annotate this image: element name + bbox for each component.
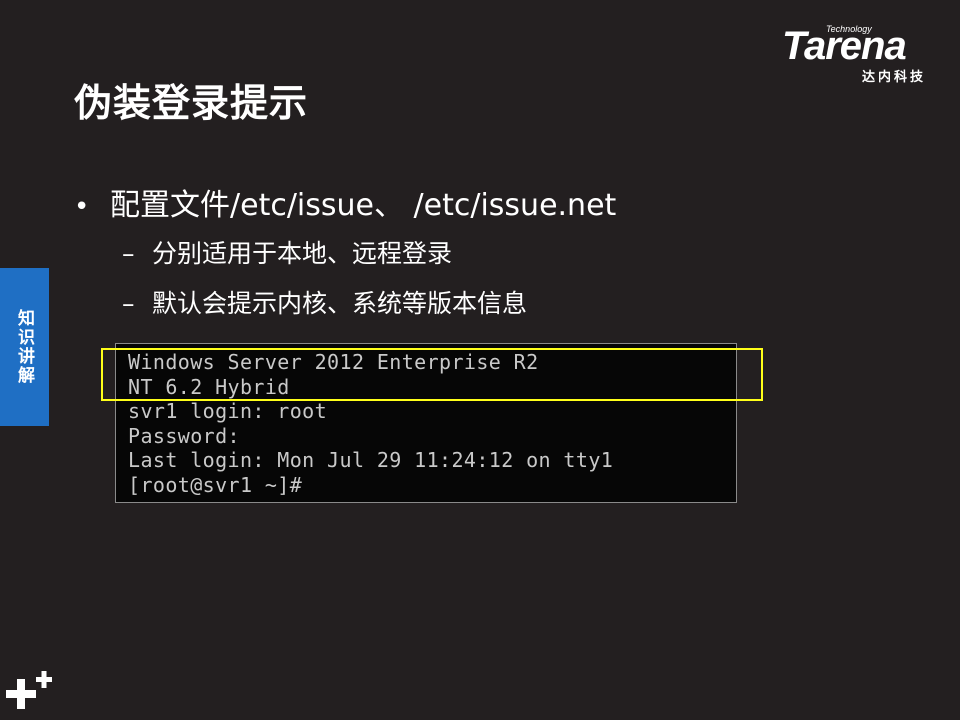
- terminal-line: Last login: Mon Jul 29 11:24:12 on tty1: [128, 448, 614, 473]
- logo-brand: Tarena: [782, 24, 907, 68]
- slide-title: 伪装登录提示: [74, 81, 309, 125]
- logo-cn-label: 达内科技: [862, 70, 927, 85]
- highlight-box: [101, 348, 763, 401]
- bullet-sub-text: 分别适用于本地、远程登录: [152, 239, 453, 268]
- bullet-main-text: 配置文件/etc/issue、 /etc/issue.net: [110, 188, 617, 223]
- terminal-line: svr1 login: root: [128, 399, 328, 424]
- bullet-sub-1: – 分别适用于本地、远程登录: [122, 234, 452, 270]
- bullet-marker: •: [74, 192, 90, 222]
- bullet-sub-text: 默认会提示内核、系统等版本信息: [152, 289, 528, 318]
- bullet-sub-marker: –: [122, 289, 135, 318]
- bullet-sub-2: – 默认会提示内核、系统等版本信息: [122, 284, 527, 320]
- side-tab-label: 知识讲解: [14, 309, 34, 385]
- side-tab: 知识讲解: [0, 268, 49, 426]
- plus-icon: [6, 670, 54, 716]
- bullet-sub-marker: –: [122, 239, 135, 268]
- tarena-logo: Technology Tarena 达内科技: [780, 24, 950, 85]
- bullet-main: • 配置文件/etc/issue、 /etc/issue.net: [74, 180, 616, 224]
- terminal-line: [root@svr1 ~]#: [128, 472, 303, 497]
- terminal-line: Password:: [128, 423, 240, 448]
